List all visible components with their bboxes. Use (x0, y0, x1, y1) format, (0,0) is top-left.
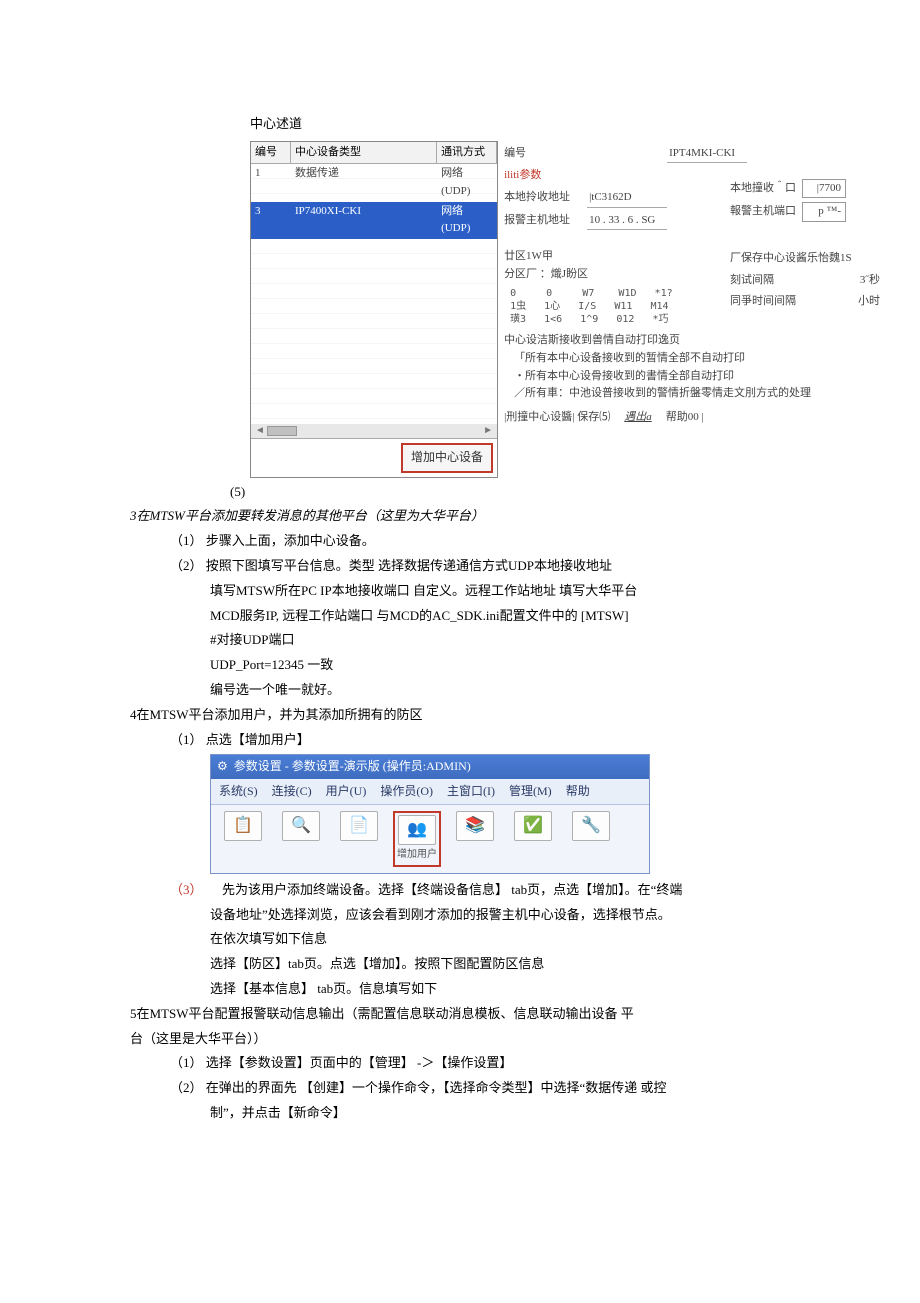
step3-1: （1） 步骤入上面，添加中心设备。 (170, 531, 880, 552)
value-alarm-addr[interactable]: 10 . 33 . 6 . SG (587, 212, 667, 231)
device-form-panel: 编号 IPT4MKI-CKI iliti参数 本地拎收地址 |tC3162D 报… (504, 141, 880, 478)
label-test-interval: 刻试间隔 (730, 272, 774, 290)
scroll-right-icon[interactable]: ► (483, 423, 493, 439)
print-opt1[interactable]: 「所有本中心设备接收到的暂情全部不自动打印 (504, 350, 880, 368)
page-icon: 📄 (340, 811, 378, 841)
menu-help[interactable]: 帮助 (566, 782, 590, 801)
scroll-thumb[interactable] (267, 426, 297, 436)
label-local-port: 本地撞收＾口 (730, 180, 796, 198)
step5b: 台（这里是大华平台）） (130, 1029, 880, 1050)
step4-1: （1） 点选【增加用户】 (170, 730, 880, 751)
value-alarm-port[interactable]: p ™- (802, 202, 846, 222)
menu-system[interactable]: 系统(S) (219, 782, 258, 801)
step5-2b: 制”，并点击【新命令】 (210, 1103, 880, 1124)
step3-2b: 填写MTSW所在PC IP本地接收端口 自定义。远程工作站地址 填写大华平台 (210, 581, 880, 602)
col-type: 中心设备类型 (291, 142, 437, 164)
app-icon: ⚙ (217, 757, 228, 776)
toolbar-item-6[interactable]: ✅ (509, 811, 557, 843)
col-comm: 通讯方式 (437, 142, 497, 164)
step-text: 先为该用户添加终端设备。选择【终端设备信息】 tab页，点选【增加】。在“终端 (222, 880, 682, 901)
step4-3c: 在依次填写如下信息 (210, 929, 880, 950)
cell: 网络 (UDP) (437, 202, 497, 239)
label-no: 编号 (504, 145, 579, 163)
caption-5: (5) (230, 482, 880, 503)
delete-save-button[interactable]: |刑撞中心设醬| 保存⑸ (504, 409, 610, 427)
check-icon: ✅ (514, 811, 552, 841)
value-local-addr[interactable]: |tC3162D (587, 189, 667, 208)
print-title: 中心设洁斯接收到兽情自动打印逸页 (504, 332, 880, 350)
h-scrollbar[interactable]: ◄ ► (251, 424, 497, 438)
value-test-interval: 3˝秒 (860, 272, 880, 290)
device-list-panel: 编号 中心设备类型 通讯方式 1 数据传递 网络 (UDP) 3 IP7400X… (250, 141, 498, 478)
label-alarm-port: 報警主机端口 (730, 203, 796, 221)
window-titlebar: ⚙ 参数设置 - 参数设置-演示版 (操作员:ADMIN) (211, 755, 649, 778)
people-icon: 👥 (398, 815, 436, 845)
tool-icon: 🔧 (572, 811, 610, 841)
label-sync-interval: 同爭时间间隔 (730, 293, 796, 311)
menu-user[interactable]: 用户(U) (326, 782, 367, 801)
value-sync-interval: 小时 (858, 293, 880, 311)
toolbar-item-2[interactable]: 🔍 (277, 811, 325, 843)
menu-mainwin[interactable]: 主窗口(I) (447, 782, 495, 801)
cell: 3 (251, 202, 291, 239)
step-number: （3） (170, 880, 212, 901)
list-header: 编号 中心设备类型 通讯方式 (251, 142, 497, 165)
add-user-label: 增加用户 (397, 847, 437, 863)
step4-title: 4在MTSW平台添加用户，并为其添加所拥有的防区 (130, 705, 880, 726)
menu-connect[interactable]: 连接(C) (272, 782, 312, 801)
list-footer: 增加中心设备 (251, 438, 497, 476)
toolbar: 📋 🔍 📄 👥 增加用户 📚 ✅ 🔧 (211, 805, 649, 873)
books-icon: 📚 (456, 811, 494, 841)
list-row[interactable]: 1 数据传递 网络 (UDP) (251, 164, 497, 201)
right-subcolumn: 本地撞收＾口 |7700 報警主机端口 p ™- 厂保存中心设酱乐怡魏1S 刻试间隔… (730, 175, 880, 315)
search-icon: 🔍 (282, 811, 320, 841)
toolbar-item-1[interactable]: 📋 (219, 811, 267, 843)
step5-1: （1） 选择【参数设置】页面中的【管理】 -＞【操作设置】 (170, 1053, 880, 1074)
window-title: 参数设置 - 参数设置-演示版 (操作员:ADMIN) (234, 757, 471, 776)
menu-operator[interactable]: 操作员(O) (380, 782, 433, 801)
figure-param-window: ⚙ 参数设置 - 参数设置-演示版 (操作员:ADMIN) 系统(S) 连接(C… (210, 754, 650, 873)
toolbar-item-5[interactable]: 📚 (451, 811, 499, 843)
label-local-addr: 本地拎收地址 (504, 189, 579, 207)
add-center-device-button[interactable]: 增加中心设备 (401, 443, 493, 472)
print-opt3[interactable]: ／所有車：中池设普接收到的警情折盤零情走文刖方式的处理 (504, 385, 880, 403)
section-title: 中心述道 (250, 114, 880, 135)
menu-manage[interactable]: 管理(M) (509, 782, 552, 801)
value-no: IPT4MKI-CKI (667, 145, 747, 164)
step3-title: 3在MTSW平台添加要转发消息的其他平台（这里为大华平台） (130, 506, 880, 527)
value-local-port[interactable]: |7700 (802, 179, 846, 199)
step5-2a: （2） 在弹出的界面先 【创建】一个操作命令，【选择命令类型】中选择“数据传递 … (170, 1078, 880, 1099)
list-row-selected[interactable]: 3 IP7400XI-CKI 网络 (UDP) (251, 202, 497, 239)
save-option: 厂保存中心设酱乐怡魏1S (730, 250, 880, 268)
step5a: 5在MTSW平台配置报警联动信息输出（需配置信息联动消息模板、信息联动输出设备 … (130, 1004, 880, 1025)
scroll-left-icon[interactable]: ◄ (255, 423, 265, 439)
toolbar-add-user[interactable]: 👥 增加用户 (393, 811, 441, 867)
cell: 数据传递 (291, 164, 437, 201)
menubar: 系统(S) 连接(C) 用户(U) 操作员(O) 主窗口(I) 管理(M) 帮助 (211, 779, 649, 805)
step3-2f: 编号选一个唯一就好。 (210, 680, 880, 701)
step4-3a: （3） 先为该用户添加终端设备。选择【终端设备信息】 tab页，点选【增加】。在… (170, 880, 880, 901)
list-icon: 📋 (224, 811, 262, 841)
exit-link[interactable]: 遇出a (624, 409, 652, 427)
cell: IP7400XI-CKI (291, 202, 437, 239)
step4-3b: 设备地址”处选择浏览，应该会看到刚才添加的报警主机中心设备，选择根节点。 (210, 905, 880, 926)
toolbar-item-7[interactable]: 🔧 (567, 811, 615, 843)
figure-center-device: 编号 中心设备类型 通讯方式 1 数据传递 网络 (UDP) 3 IP7400X… (250, 141, 880, 478)
step4-3d: 选择【防区】tab页。点选【增加】。按照下图配置防区信息 (210, 954, 880, 975)
step3-2a: （2） 按照下图填写平台信息。类型 选择数据传递通信方式UDP本地接收地址 (170, 556, 880, 577)
print-opt2[interactable]: ・所有本中心设骨接收到的書情全部自动打印 (504, 368, 880, 386)
toolbar-item-3[interactable]: 📄 (335, 811, 383, 843)
list-body[interactable]: 1 数据传递 网络 (UDP) 3 IP7400XI-CKI 网络 (UDP) (251, 164, 497, 424)
step3-2d: #对接UDP端口 (210, 630, 880, 651)
cell: 1 (251, 164, 291, 201)
form-footer: |刑撞中心设醬| 保存⑸ 遇出a 帮助00 | (504, 409, 880, 427)
step3-2e: UDP_Port=12345 一致 (210, 655, 880, 676)
step3-2c: MCD服务IP, 远程工作站端口 与MCD的AC_SDK.ini配置文件中的 [… (210, 606, 880, 627)
cell: 网络 (UDP) (437, 164, 497, 201)
help-link[interactable]: 帮助00 | (666, 409, 704, 427)
label-alarm-addr: 报警主机地址 (504, 212, 579, 230)
col-no: 编号 (251, 142, 291, 164)
step4-3e: 选择【基本信息】 tab页。信息填写如下 (210, 979, 880, 1000)
